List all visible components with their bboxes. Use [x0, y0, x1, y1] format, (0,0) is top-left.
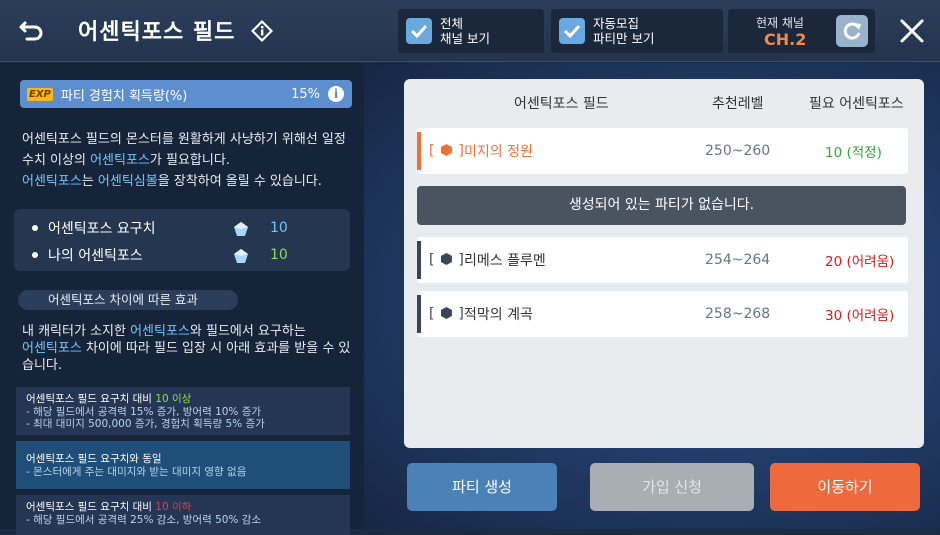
effect-line: - 해당 필드에서 공격력 25% 감소, 방어력 50% 감소 [26, 513, 262, 526]
channel-value: CH.2 [764, 30, 807, 49]
auto-recruit-label: 자동모집 파티만 보기 [593, 16, 655, 46]
desc-highlight: 어센틱포스 [22, 174, 82, 189]
effect-value: 10 이하 [155, 501, 192, 513]
desc-text: 내 캐릭터가 소지한 [22, 324, 131, 339]
required-force-value: 10 [270, 220, 288, 236]
all-channels-label: 전체 채널 보기 [440, 16, 490, 46]
field-required: 30 (어려움) [825, 308, 895, 324]
back-button[interactable] [12, 14, 52, 48]
row-accent [417, 295, 421, 333]
bullet-icon [32, 225, 38, 231]
field-row-mystery-garden[interactable]: [ ] 미지의 정원 250~260 10 (적정) [417, 128, 908, 174]
field-name: 적막의 계곡 [464, 307, 533, 323]
row-accent [417, 241, 421, 279]
close-icon[interactable] [895, 14, 929, 48]
field-level: 250~260 [705, 143, 771, 159]
effect-description: 내 캐릭터가 소지한 어센틱포스와 필드에서 요구하는 어센틱포스 차이에 따라… [22, 323, 352, 374]
col-header-field: 어센틱포스 필드 [514, 96, 609, 112]
crystal-icon [234, 249, 248, 263]
no-party-message: 생성되어 있는 파티가 없습니다. [417, 186, 906, 225]
create-party-button[interactable]: 파티 생성 [407, 463, 557, 511]
effect-section-header: 어센틱포스 차이에 따른 효과 [18, 290, 238, 310]
party-exp-label: 파티 경험치 획득량(%) [60, 88, 188, 104]
refresh-icon [843, 22, 861, 40]
effect-lead: 어센틱포스 필드 요구치 대비 [26, 393, 156, 405]
effect-line: - 해당 필드에서 공격력 15% 증가, 방어력 10% 증가 [26, 405, 262, 418]
desc-highlight: 어센틱포스 [130, 324, 190, 339]
field-description: 어센틱포스 필드의 몬스터를 원활하게 사냥하기 위해선 일정 수치 이상의 어… [22, 129, 352, 192]
effect-item-equal: 어센틱포스 필드 요구치와 동일 - 몬스터에게 주는 대미지와 받는 대미지 … [16, 441, 350, 489]
back-arrow-icon [19, 21, 43, 41]
crystal-icon [234, 222, 248, 236]
move-button[interactable]: 이동하기 [770, 463, 920, 511]
checkbox-icon[interactable] [559, 18, 585, 44]
effect-lead: 어센틱포스 필드 요구치 대비 [26, 501, 156, 513]
field-required: 10 (적정) [825, 145, 882, 161]
desc-text: 와 필드에서 요구하는 [189, 324, 306, 339]
checkbox-icon[interactable] [406, 18, 432, 44]
field-tag: [ ] [429, 306, 464, 322]
requirement-box: 어센틱포스 요구치 10 나의 어센틱포스 10 [14, 209, 350, 271]
effect-line: - 최대 대미지 500,000 증가, 경험치 획득량 5% 증가 [26, 418, 265, 430]
my-force-value: 10 [270, 247, 288, 263]
bracket: [ [429, 252, 435, 268]
my-force-row: 나의 어센틱포스 [32, 245, 143, 265]
party-exp-value: 15% [291, 86, 320, 102]
field-tag: [ ] [429, 252, 464, 268]
info-icon[interactable]: i [328, 86, 344, 102]
field-name: 미지의 정원 [464, 144, 533, 160]
my-force-label: 나의 어센틱포스 [48, 248, 143, 264]
field-row-limes-flumen[interactable]: [ ] 리메스 플루멘 254~264 20 (어려움) [417, 237, 908, 283]
hexagon-icon [440, 144, 452, 156]
bracket: [ [429, 306, 435, 322]
effect-line: - 몬스터에게 주는 대미지와 받는 대미지 영향 없음 [26, 465, 247, 478]
desc-highlight: 어센틱심볼 [97, 174, 158, 189]
col-header-required: 필요 어센틱포스 [809, 96, 904, 112]
field-required: 20 (어려움) [825, 254, 895, 270]
info-panel: EXP 파티 경험치 획득량(%) 15% i 어센틱포스 필드의 몬스터를 원… [0, 63, 364, 535]
col-header-level: 추천레벨 [712, 96, 764, 112]
effect-item-lower: 어센틱포스 필드 요구치 대비 10 이하 - 해당 필드에서 공격력 25% … [16, 495, 350, 535]
row-accent [417, 132, 421, 170]
effect-value: 10 이상 [155, 393, 192, 405]
desc-text: 는 [81, 174, 98, 189]
desc-text: 을 장착하여 올릴 수 있습니다. [157, 174, 322, 189]
field-list-area: 어센틱포스 필드 추천레벨 필요 어센틱포스 [ ] 미지의 정원 250~26… [364, 63, 940, 529]
auto-recruit-toggle[interactable]: 자동모집 파티만 보기 [551, 9, 723, 53]
exp-badge: EXP [27, 87, 53, 101]
field-level: 258~268 [705, 306, 771, 322]
desc-highlight: 어센틱포스 [90, 153, 150, 168]
effect-item-higher: 어센틱포스 필드 요구치 대비 10 이상 - 해당 필드에서 공격력 15% … [16, 387, 350, 435]
current-channel: 현재 채널 CH.2 [728, 9, 875, 53]
bracket: [ [429, 143, 435, 159]
join-request-button[interactable]: 가입 신청 [590, 463, 754, 511]
page-title: 어센틱포스 필드 [78, 20, 236, 45]
required-force-row: 어센틱포스 요구치 [32, 218, 156, 238]
effect-lead: 어센틱포스 필드 요구치와 동일 [26, 453, 162, 465]
field-tag: [ ] [429, 143, 464, 159]
field-name: 리메스 플루멘 [464, 253, 546, 269]
desc-text: 가 필요합니다. [149, 153, 230, 168]
top-bar: 어센틱포스 필드 전체 채널 보기 자동모집 파티만 보기 현재 채널 CH.2 [0, 0, 940, 62]
bullet-icon [32, 252, 38, 258]
field-level: 254~264 [705, 252, 771, 268]
desc-highlight: 어센틱포스 [22, 341, 82, 356]
hexagon-icon [440, 307, 452, 319]
refresh-button[interactable] [836, 15, 868, 47]
hexagon-icon [440, 253, 452, 265]
required-force-label: 어센틱포스 요구치 [48, 221, 156, 237]
field-table: 어센틱포스 필드 추천레벨 필요 어센틱포스 [ ] 미지의 정원 250~26… [404, 79, 924, 448]
party-exp-bar: EXP 파티 경험치 획득량(%) 15% i [20, 80, 352, 108]
info-icon[interactable] [250, 19, 274, 43]
field-row-silent-valley[interactable]: [ ] 적막의 계곡 258~268 30 (어려움) [417, 291, 908, 337]
all-channels-toggle[interactable]: 전체 채널 보기 [398, 9, 544, 53]
channel-label: 현재 채널 [756, 16, 804, 30]
